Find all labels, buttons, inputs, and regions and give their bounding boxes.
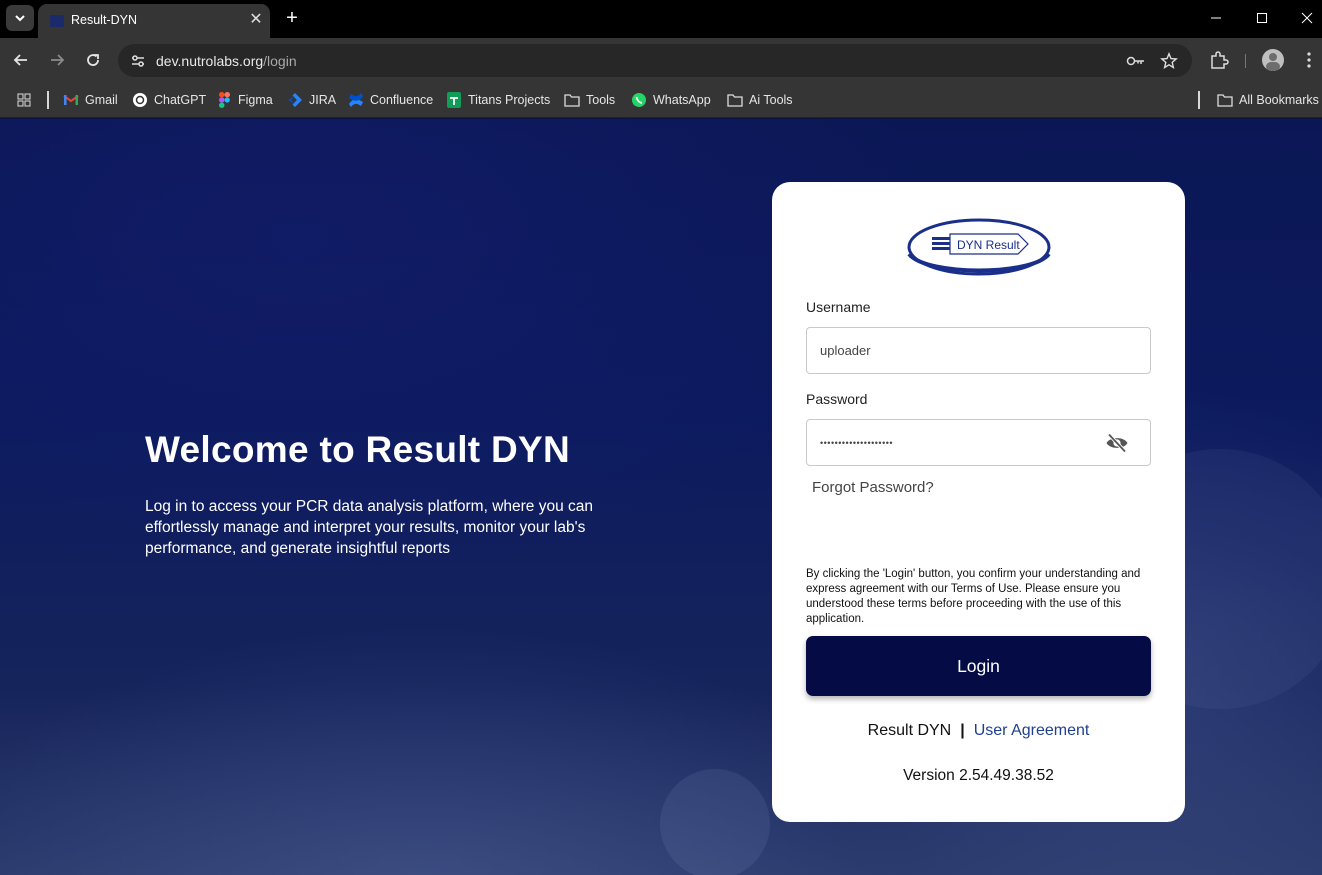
bookmark-figma[interactable]: Figma (216, 90, 273, 110)
apps-button[interactable] (16, 90, 32, 110)
address-bar[interactable]: dev.nutrolabs.org/login (118, 44, 1192, 77)
footer-separator: | (960, 722, 965, 739)
bookmark-separator (1198, 91, 1200, 109)
bookmark-chatgpt[interactable]: ChatGPT (132, 90, 206, 110)
footer-brand: Result DYN (867, 722, 952, 739)
minimize-icon (1211, 17, 1221, 19)
tab-search-button[interactable] (6, 5, 34, 31)
bookmark-separator (47, 91, 49, 109)
background-decoration (660, 769, 770, 875)
tab-title: Result-DYN (71, 13, 137, 27)
bookmark-tools-folder[interactable]: Tools (564, 90, 615, 110)
extensions-button[interactable] (1208, 49, 1230, 71)
url-host: dev.nutrolabs.org (156, 53, 264, 69)
puzzle-icon (1211, 51, 1229, 69)
apps-grid-icon (16, 92, 32, 108)
whatsapp-icon (631, 92, 647, 108)
new-tab-button[interactable]: + (281, 5, 303, 31)
bookmark-gmail[interactable]: Gmail (63, 90, 118, 110)
chatgpt-icon (132, 92, 148, 108)
key-icon (1126, 56, 1144, 66)
site-info-button[interactable] (127, 50, 149, 72)
bookmark-jira[interactable]: JIRA (287, 90, 336, 110)
terms-notice: By clicking the 'Login' button, you conf… (806, 568, 1141, 625)
password-label: Password (806, 391, 868, 407)
bookmark-titans-projects[interactable]: Titans Projects (446, 90, 550, 110)
jira-icon (287, 92, 303, 108)
confluence-icon (348, 92, 364, 108)
login-card: DYN Result Username Password Forgot Pass… (772, 182, 1185, 822)
maximize-icon (1257, 13, 1267, 23)
toggle-password-visibility-button[interactable] (1105, 432, 1129, 454)
login-page: Welcome to Result DYN Log in to access y… (0, 119, 1322, 875)
all-bookmarks-label: All Bookmarks (1239, 93, 1319, 107)
figma-icon (216, 92, 232, 108)
forward-button[interactable] (43, 46, 71, 74)
bookmark-label: ChatGPT (154, 93, 207, 107)
dyn-result-logo: DYN Result (906, 214, 1052, 278)
password-input[interactable] (820, 420, 1090, 465)
folder-icon (564, 92, 580, 108)
bookmarks-bar: Gmail ChatGPT Figma JIRA Confluence Tita… (0, 82, 1322, 118)
folder-icon (1217, 92, 1233, 108)
tab-favicon-icon (50, 15, 64, 27)
card-footer: Result DYN | User Agreement (772, 722, 1185, 740)
bookmark-whatsapp[interactable]: WhatsApp (631, 90, 711, 110)
back-button[interactable] (7, 46, 35, 74)
tab-close-button[interactable]: ✕ (246, 10, 266, 30)
gmail-icon (63, 92, 79, 108)
username-label: Username (806, 299, 871, 315)
tune-icon (132, 55, 144, 67)
star-icon (1160, 52, 1178, 69)
arrow-right-icon (51, 54, 65, 66)
welcome-title: Welcome to Result DYN (145, 429, 571, 470)
tab-strip: Result-DYN ✕ + (0, 0, 1322, 38)
bookmark-label: Titans Projects (468, 93, 551, 107)
username-input[interactable] (820, 328, 1090, 373)
toolbar-divider (1245, 54, 1246, 68)
url-path: /login (263, 53, 297, 69)
password-key-button[interactable] (1126, 51, 1146, 71)
logo-text: DYN Result (957, 238, 1020, 252)
all-bookmarks-button[interactable]: All Bookmarks (1217, 90, 1319, 110)
folder-icon (727, 92, 743, 108)
bookmark-confluence[interactable]: Confluence (348, 90, 433, 110)
bookmark-label: Gmail (85, 93, 118, 107)
profile-avatar[interactable] (1262, 49, 1284, 71)
bookmark-label: WhatsApp (653, 93, 711, 107)
welcome-description: Log in to access your PCR data analysis … (145, 498, 594, 557)
sheets-icon (446, 92, 462, 108)
close-window-button[interactable] (1285, 4, 1322, 32)
bookmark-label: JIRA (309, 93, 337, 107)
bookmark-ai-tools-folder[interactable]: Ai Tools (727, 90, 793, 110)
reload-icon (87, 54, 99, 66)
username-field[interactable] (806, 327, 1151, 374)
browser-toolbar: dev.nutrolabs.org/login (0, 38, 1322, 82)
bookmark-label: Ai Tools (749, 93, 793, 107)
bookmark-star-button[interactable] (1159, 51, 1179, 71)
user-agreement-link[interactable]: User Agreement (974, 722, 1090, 739)
bookmark-label: Figma (238, 93, 273, 107)
bookmark-label: Tools (586, 93, 616, 107)
chevron-down-icon (15, 15, 25, 22)
eye-off-icon (1106, 433, 1128, 453)
browser-tab[interactable]: Result-DYN ✕ (38, 4, 270, 38)
more-vert-icon (1307, 52, 1311, 68)
bookmark-label: Confluence (370, 93, 434, 107)
maximize-button[interactable] (1240, 4, 1284, 32)
url-text: dev.nutrolabs.org/login (156, 53, 297, 69)
forgot-password-link[interactable]: Forgot Password? (812, 479, 934, 496)
minimize-button[interactable] (1194, 4, 1238, 32)
version-text: Version 2.54.49.38.52 (903, 767, 1054, 784)
close-icon (1301, 12, 1313, 24)
arrow-left-icon (13, 54, 27, 66)
avatar-icon (1266, 53, 1280, 71)
reload-button[interactable] (79, 46, 107, 74)
browser-menu-button[interactable] (1298, 49, 1320, 71)
login-button[interactable]: Login (806, 636, 1151, 696)
password-field[interactable] (806, 419, 1151, 466)
